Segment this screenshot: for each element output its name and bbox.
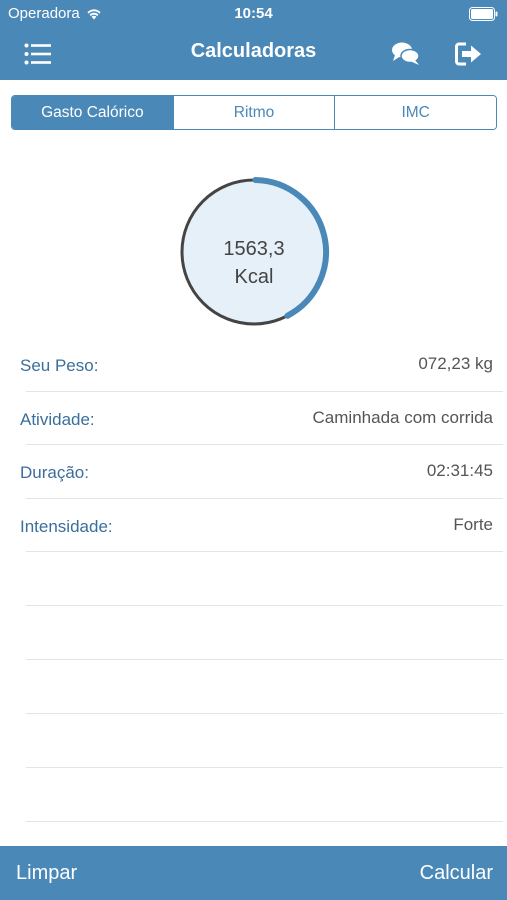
row-intensidade[interactable]: Intensidade: Forte	[0, 499, 507, 553]
peso-label: Seu Peso:	[20, 356, 99, 375]
status-time: 10:54	[234, 5, 273, 22]
peso-value: 072,23 kg	[418, 354, 493, 373]
logout-icon	[455, 42, 481, 66]
empty-row	[0, 768, 507, 822]
tab-imc[interactable]: IMC	[335, 96, 496, 129]
empty-row	[0, 660, 507, 714]
calculator-tabs: Gasto Calórico Ritmo IMC	[11, 95, 497, 130]
chat-bubbles-icon	[392, 42, 420, 65]
intensidade-value: Forte	[453, 514, 493, 534]
bottom-toolbar: Limpar Calcular	[0, 846, 507, 900]
calorie-value: 1563,3	[223, 238, 285, 260]
chat-button[interactable]	[388, 36, 424, 72]
row-duracao[interactable]: Duração: 02:31:45	[0, 445, 507, 499]
row-peso[interactable]: Seu Peso: 072,23 kg	[0, 338, 507, 392]
atividade-label: Atividade:	[20, 409, 95, 429]
empty-row	[0, 606, 507, 660]
row-atividade[interactable]: Atividade: Caminhada com corrida	[0, 392, 507, 446]
empty-row	[0, 714, 507, 768]
intensidade-label: Intensidade:	[20, 516, 113, 536]
battery-icon	[469, 7, 498, 21]
status-bar: Operadora 10:54	[0, 0, 507, 28]
logout-button[interactable]	[451, 36, 487, 72]
input-list: Seu Peso: 072,23 kg Atividade: Caminhada…	[0, 338, 507, 552]
tab-gasto-calorico[interactable]: Gasto Calórico	[12, 96, 174, 129]
empty-list-area	[0, 552, 507, 822]
clear-button[interactable]: Limpar	[16, 862, 77, 885]
duracao-label: Duração:	[20, 463, 89, 482]
page-title: Calculadoras	[190, 40, 317, 62]
calorie-gauge: 1563,3 Kcal	[174, 172, 334, 332]
duracao-value: 02:31:45	[426, 461, 493, 480]
calorie-unit: Kcal	[234, 266, 274, 288]
calculate-button[interactable]: Calcular	[420, 862, 493, 885]
atividade-value: Caminhada com corrida	[312, 407, 493, 427]
empty-row	[0, 552, 507, 606]
tab-ritmo[interactable]: Ritmo	[173, 96, 336, 129]
nav-bar: Calculadoras	[0, 28, 507, 80]
